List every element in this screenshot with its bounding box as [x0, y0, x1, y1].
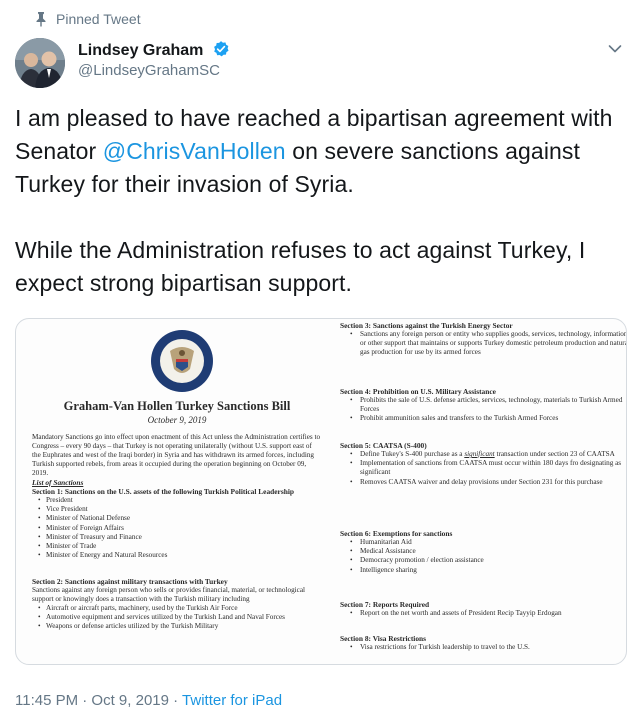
avatar-image [15, 38, 65, 88]
section-6: Section 6: Exemptions for sanctions Huma… [340, 529, 626, 575]
bullet-item: Democracy promotion / election assistanc… [340, 556, 626, 565]
author-handle[interactable]: @LindseyGrahamSC [78, 62, 220, 79]
section-2-list: Aircraft or aircraft parts, machinery, u… [32, 604, 322, 632]
tweet-source-link[interactable]: Twitter for iPad [182, 692, 282, 709]
section-8: Section 8: Visa Restrictions Visa restri… [340, 634, 626, 652]
tweet-text: I am pleased to have reached a bipartisa… [15, 102, 625, 333]
section-8-list: Visa restrictions for Turkish leadership… [340, 643, 626, 652]
section-7-heading: Section 7: Reports Required [340, 600, 430, 609]
section-5-list: Implementation of sanctions from CAATSA … [340, 459, 626, 487]
section-8-heading: Section 8: Visa Restrictions [340, 634, 427, 643]
section-2-text: Sanctions against any foreign person who… [32, 586, 306, 603]
section-4-heading: Section 4: Prohibition on U.S. Military … [340, 387, 496, 396]
section-5-item-emphasis: significant [464, 450, 495, 458]
section-5: Section 5: CAATSA (S-400) Define Tukey's… [340, 441, 626, 487]
bullet-item: Minister of National Defense [32, 514, 322, 523]
chevron-down-icon[interactable] [608, 44, 622, 54]
bullet-item: Removes CAATSA waiver and delay provisio… [340, 478, 626, 487]
pinned-tweet-label: Pinned Tweet [36, 11, 141, 27]
section-3-heading: Section 3: Sanctions against the Turkish… [340, 321, 513, 330]
section-5-item-text: transaction under section 23 of CAATSA [494, 450, 615, 458]
intro-paragraph: Mandatory Sanctions go into effect upon … [32, 433, 321, 477]
mention-link[interactable]: @ChrisVanHollen [103, 138, 286, 164]
bullet-item: Minister of Treasury and Finance [32, 533, 322, 542]
section-5-heading: Section 5: CAATSA (S-400) [340, 441, 427, 450]
section-2: Section 2: Sanctions against military tr… [32, 577, 322, 632]
tweet-paragraph-1: I am pleased to have reached a bipartisa… [15, 102, 625, 201]
bullet-item: Minister of Energy and Natural Resources [32, 551, 322, 560]
list-heading: List of Sanctions [32, 478, 84, 487]
bullet-item: Automotive equipment and services utiliz… [32, 613, 322, 622]
bullet-item: Humanitarian Aid [340, 538, 626, 547]
section-1-list: PresidentVice PresidentMinister of Natio… [32, 496, 322, 561]
senate-seal-icon [151, 330, 213, 392]
bullet-item: Prohibits the sale of U.S. defense artic… [340, 396, 626, 414]
bullet-item: Sanctions any foreign person or entity w… [340, 330, 626, 358]
bullet-item: Weapons or defense articles utilized by … [32, 622, 322, 631]
bullet-item: Minister of Trade [32, 542, 322, 551]
bullet-item: Aircraft or aircraft parts, machinery, u… [32, 604, 322, 613]
bullet-item: Vice President [32, 505, 322, 514]
section-5-item: Define Tukey's S-400 purchase as a signi… [340, 450, 626, 459]
section-4-list: Prohibits the sale of U.S. defense artic… [340, 396, 626, 424]
tweet-metadata: 11:45 PM · Oct 9, 2019 · Twitter for iPa… [15, 692, 282, 709]
bullet-item: Visa restrictions for Turkish leadership… [340, 643, 626, 652]
bullet-item: Minister of Foreign Affairs [32, 524, 322, 533]
section-2-heading: Section 2: Sanctions against military tr… [32, 577, 228, 586]
bullet-item: Report on the net worth and assets of Pr… [340, 609, 626, 618]
attached-image[interactable]: Graham-Van Hollen Turkey Sanctions Bill … [15, 318, 627, 665]
tweet-timestamp[interactable]: 11:45 PM · Oct 9, 2019 · [15, 692, 182, 709]
section-4: Section 4: Prohibition on U.S. Military … [340, 387, 626, 424]
document-date: October 9, 2019 [147, 415, 207, 425]
bullet-item: Prohibit ammunition sales and transfers … [340, 414, 626, 423]
pin-icon [36, 12, 46, 27]
pinned-label-text: Pinned Tweet [56, 11, 141, 27]
document-intro: Mandatory Sanctions go into effect upon … [32, 433, 322, 561]
section-1-heading: Section 1: Sanctions on the U.S. assets … [32, 487, 294, 496]
document-title: Graham-Van Hollen Turkey Sanctions Bill [63, 399, 291, 413]
verified-badge-icon [213, 41, 229, 57]
bullet-item: Implementation of sanctions from CAATSA … [340, 459, 626, 477]
section-7: Section 7: Reports Required Report on th… [340, 600, 626, 618]
bill-document: Graham-Van Hollen Turkey Sanctions Bill … [16, 319, 626, 664]
author-name-text[interactable]: Lindsey Graham [78, 42, 203, 59]
section-7-list: Report on the net worth and assets of Pr… [340, 609, 626, 618]
bullet-item: Medical Assistance [340, 547, 626, 556]
section-5-item-text: Define Tukey's S-400 purchase as a [360, 450, 465, 458]
bullet-item: President [32, 496, 322, 505]
bullet-item: Intelligence sharing [340, 566, 626, 575]
avatar[interactable] [15, 38, 65, 88]
tweet-paragraph-2: While the Administration refuses to act … [15, 237, 586, 296]
author-name[interactable]: Lindsey Graham [78, 40, 230, 60]
section-6-list: Humanitarian AidMedical AssistanceDemocr… [340, 538, 626, 575]
section-6-heading: Section 6: Exemptions for sanctions [340, 529, 453, 538]
section-3: Section 3: Sanctions against the Turkish… [340, 321, 626, 358]
section-3-list: Sanctions any foreign person or entity w… [340, 330, 626, 358]
